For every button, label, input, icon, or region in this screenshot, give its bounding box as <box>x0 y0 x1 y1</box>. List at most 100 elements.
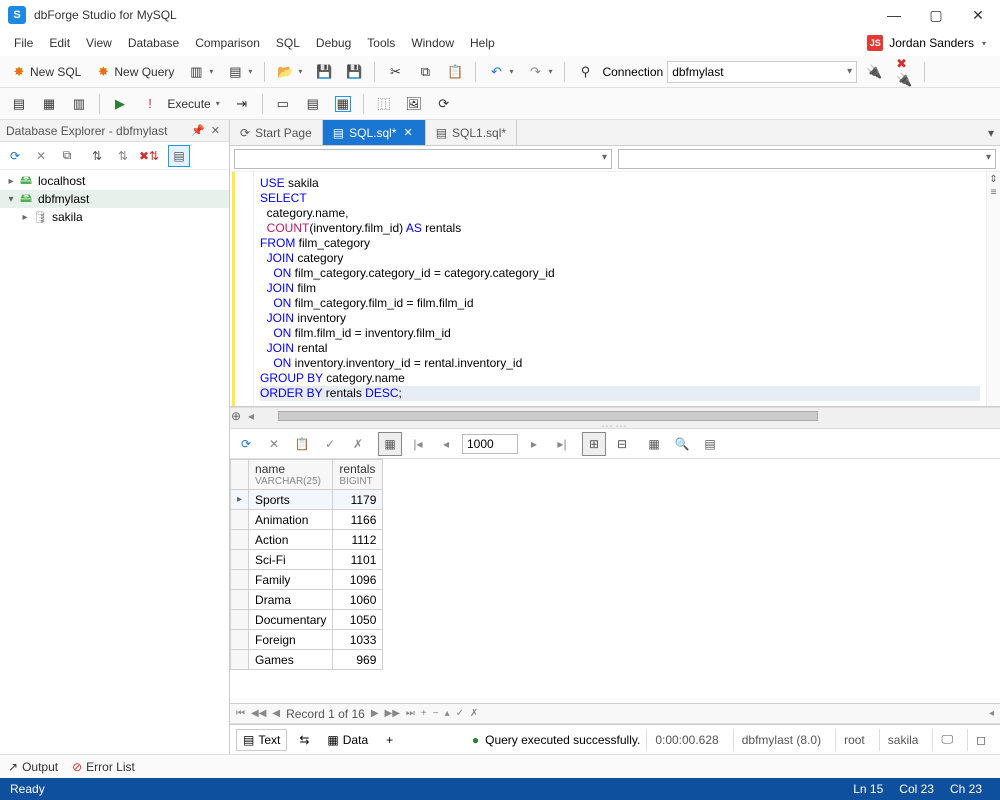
menu-debug[interactable]: Debug <box>308 32 359 54</box>
menu-file[interactable]: File <box>6 32 41 54</box>
status-stop-icon[interactable]: ◻ <box>967 729 994 751</box>
explorer-tree[interactable]: ▸🖴localhost ▾🖴dbfmylast ▸🛢sakila <box>0 170 229 754</box>
copy-button[interactable]: ⧉ <box>412 60 438 84</box>
sql-editor[interactable]: USE sakilaSELECT category.name, COUNT(in… <box>230 172 1000 407</box>
paste-button[interactable]: 📋 <box>442 60 468 84</box>
layout-find-icon[interactable]: 🔍 <box>670 432 694 456</box>
save-all-button[interactable]: 💾 <box>341 60 367 84</box>
connection-icon[interactable]: ⚲ <box>572 60 598 84</box>
tree-node-sakila[interactable]: ▸🛢sakila <box>0 208 229 226</box>
redo-button[interactable]: ↷▾ <box>522 60 557 84</box>
open-button[interactable]: 📂▾ <box>272 60 307 84</box>
toolbar-dropdown-1[interactable]: ▥▾ <box>183 60 218 84</box>
tree-node-dbfmylast[interactable]: ▾🖴dbfmylast <box>0 190 229 208</box>
run-button[interactable]: ▶ <box>107 92 133 116</box>
layout-export-icon[interactable]: ▤ <box>698 432 722 456</box>
menu-comparison[interactable]: Comparison <box>187 32 268 54</box>
record-navigator[interactable]: ⏮◀◀◀ Record 1 of 16 ▶▶▶⏭ +−▴ ✓✗ ◂ <box>230 704 1000 724</box>
toolbar-dropdown-2[interactable]: ▤▾ <box>222 60 257 84</box>
combo-left[interactable] <box>234 149 612 169</box>
prev-page-icon[interactable]: ◂ <box>434 432 458 456</box>
tb2-icon-7[interactable]: ⿲ <box>371 92 397 116</box>
minimize-button[interactable]: — <box>880 7 908 24</box>
first-page-icon[interactable]: |◂ <box>406 432 430 456</box>
table-row[interactable]: Animation1166 <box>231 510 383 530</box>
results-commit-icon[interactable]: ✓ <box>318 432 342 456</box>
connect-button[interactable]: 🔌 <box>861 60 887 84</box>
menu-edit[interactable]: Edit <box>41 32 78 54</box>
delete-icon[interactable]: ✕ <box>30 145 52 167</box>
table-row[interactable]: Family1096 <box>231 570 383 590</box>
tab-overflow[interactable]: ▾ <box>982 120 1000 145</box>
filter-icon-2[interactable]: ⇅ <box>112 145 134 167</box>
error-list-panel-button[interactable]: ⊘Error List <box>72 760 135 774</box>
minimap-icon[interactable]: ≡ <box>991 187 997 198</box>
last-page-icon[interactable]: ▸| <box>550 432 574 456</box>
table-row[interactable]: ▸Sports1179 <box>231 490 383 510</box>
tb2-icon-3[interactable]: ▥ <box>66 92 92 116</box>
view-mode-icon[interactable]: ▤ <box>168 145 190 167</box>
layout-table-icon[interactable]: ▦ <box>642 432 666 456</box>
save-button[interactable]: 💾 <box>311 60 337 84</box>
grid-view-icon[interactable]: ▦ <box>378 432 402 456</box>
filter-icon-3[interactable]: ✖⇅ <box>138 145 160 167</box>
results-grid[interactable]: nameVARCHAR(25)rentalsBIGINT ▸Sports1179… <box>230 459 1000 704</box>
new-sql-button[interactable]: ✸New SQL <box>6 60 86 84</box>
tb2-step[interactable]: ⇥ <box>229 92 255 116</box>
menu-window[interactable]: Window <box>403 32 462 54</box>
copy-icon[interactable]: ⧉ <box>56 145 78 167</box>
tb2-icon-8[interactable]: 🖼 <box>401 92 427 116</box>
refresh-icon[interactable]: ⟳ <box>4 145 26 167</box>
cut-button[interactable]: ✂ <box>382 60 408 84</box>
tb2-icon-1[interactable]: ▤ <box>6 92 32 116</box>
swap-button[interactable]: ⇆ <box>293 729 315 751</box>
table-row[interactable]: Games969 <box>231 650 383 670</box>
user-account[interactable]: JS Jordan Sanders ▾ <box>859 35 994 51</box>
tb2-icon-6[interactable]: ▦ <box>330 92 356 116</box>
tb2-icon-2[interactable]: ▦ <box>36 92 62 116</box>
table-row[interactable]: Drama1060 <box>231 590 383 610</box>
output-panel-button[interactable]: ↗Output <box>8 760 58 774</box>
data-view-button[interactable]: ▦Data <box>321 729 374 751</box>
page-size-input[interactable] <box>462 434 518 454</box>
undo-button[interactable]: ↶▾ <box>483 60 518 84</box>
tb2-icon-5[interactable]: ▤ <box>300 92 326 116</box>
results-paste-icon[interactable]: 📋 <box>290 432 314 456</box>
filter-icon-1[interactable]: ⇅ <box>86 145 108 167</box>
table-row[interactable]: Foreign1033 <box>231 630 383 650</box>
tab-sql[interactable]: ▤SQL.sql*✕ <box>323 120 426 145</box>
combo-right[interactable] <box>618 149 996 169</box>
add-view-button[interactable]: + <box>380 729 399 751</box>
menu-help[interactable]: Help <box>462 32 503 54</box>
table-row[interactable]: Action1112 <box>231 530 383 550</box>
new-query-button[interactable]: ✸New Query <box>90 60 179 84</box>
table-row[interactable]: Sci-Fi1101 <box>231 550 383 570</box>
panel-close-icon[interactable]: ✕ <box>208 124 223 137</box>
collapse-all-icon[interactable]: ⇕ <box>989 174 997 185</box>
results-rollback-icon[interactable]: ✗ <box>346 432 370 456</box>
tb2-icon-4[interactable]: ▭ <box>270 92 296 116</box>
table-row[interactable]: Documentary1050 <box>231 610 383 630</box>
tree-node-localhost[interactable]: ▸🖴localhost <box>0 172 229 190</box>
disconnect-button[interactable]: ✖🔌 <box>891 60 917 84</box>
maximize-button[interactable]: ▢ <box>922 7 950 24</box>
results-cancel-icon[interactable]: ✕ <box>262 432 286 456</box>
results-refresh-icon[interactable]: ⟳ <box>234 432 258 456</box>
layout-grid-icon[interactable]: ⊞ <box>582 432 606 456</box>
tab-close-icon[interactable]: ✕ <box>401 126 414 139</box>
text-view-button[interactable]: ▤Text <box>236 729 287 751</box>
tab-start-page[interactable]: ⟳Start Page <box>230 120 323 145</box>
connection-dropdown[interactable]: dbfmylast <box>667 61 857 83</box>
close-button[interactable]: ✕ <box>964 7 992 24</box>
pin-icon[interactable]: 📌 <box>188 124 208 137</box>
menu-tools[interactable]: Tools <box>359 32 403 54</box>
menu-sql[interactable]: SQL <box>268 32 308 54</box>
menu-view[interactable]: View <box>78 32 120 54</box>
layout-card-icon[interactable]: ⊟ <box>610 432 634 456</box>
menu-database[interactable]: Database <box>120 32 187 54</box>
next-page-icon[interactable]: ▸ <box>522 432 546 456</box>
status-screen-icon[interactable]: 🖵 <box>932 729 961 751</box>
execute-button[interactable]: ! Execute▾ <box>137 92 225 116</box>
tb2-icon-9[interactable]: ⟳ <box>431 92 457 116</box>
tab-sql1[interactable]: ▤SQL1.sql* <box>426 120 517 145</box>
